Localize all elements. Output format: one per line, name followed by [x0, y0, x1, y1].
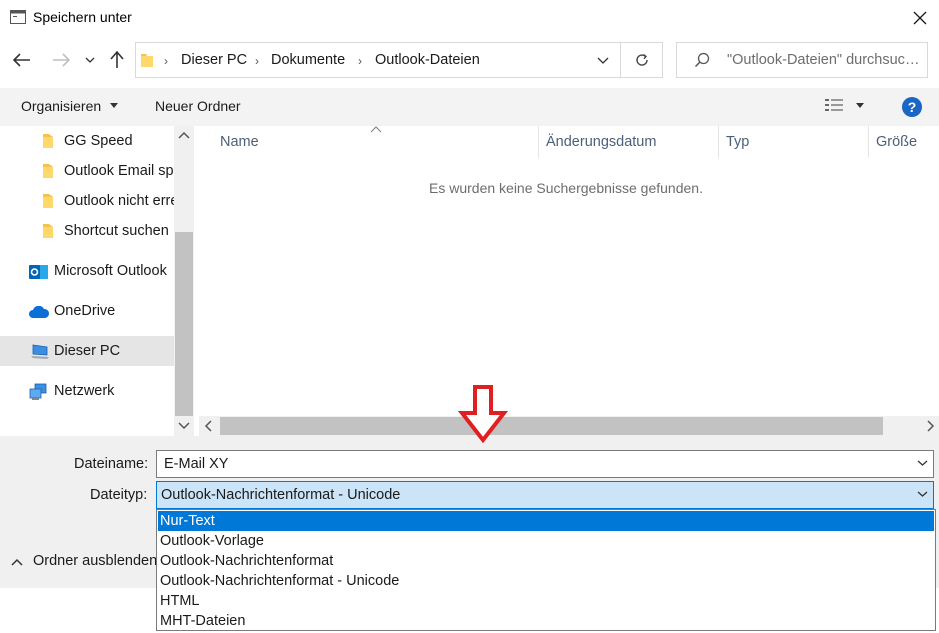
column-header-type[interactable]: Typ: [726, 134, 749, 150]
nav-item-outlook-email-speichern[interactable]: Outlook Email speichern: [0, 156, 174, 186]
nav-item-label: Shortcut suchen: [64, 223, 169, 239]
organize-button[interactable]: Organisieren: [21, 98, 101, 114]
scroll-down-icon[interactable]: [178, 422, 190, 430]
close-button[interactable]: [903, 3, 937, 33]
nav-item-dieser-pc[interactable]: Dieser PC: [0, 336, 174, 366]
horizontal-scroll-thumb[interactable]: [220, 417, 883, 435]
nav-item-label: OneDrive: [54, 303, 116, 319]
breadcrumb-separator-icon: ›: [164, 54, 168, 68]
navigation-pane: GG Speed Outlook Email speichern Outlook…: [0, 126, 174, 436]
search-input[interactable]: "Outlook-Dateien" durchsuchen: [727, 52, 923, 68]
filetype-option-outlook-nachrichtenformat[interactable]: Outlook-Nachrichtenformat: [158, 551, 934, 571]
view-options-button[interactable]: [824, 97, 844, 113]
nav-item-microsoft-outlook[interactable]: Microsoft Outlook: [0, 256, 174, 286]
breadcrumb-separator-icon: ›: [358, 54, 362, 68]
empty-results-message: Es wurden keine Suchergebnisse gefunden.: [429, 180, 703, 196]
chevron-down-icon: [597, 57, 609, 64]
chevron-down-icon[interactable]: [917, 491, 928, 497]
folder-icon: [140, 52, 154, 68]
arrow-left-icon: [13, 53, 30, 67]
outlook-icon: [29, 263, 49, 281]
filetype-label: Dateityp:: [90, 487, 148, 503]
nav-item-label: Outlook nicht erreichbar: [64, 193, 174, 209]
refresh-button[interactable]: [621, 42, 663, 78]
nav-item-label: Netzwerk: [54, 383, 115, 399]
column-divider[interactable]: [868, 126, 869, 158]
nav-item-label: Dieser PC: [54, 343, 121, 359]
refresh-icon: [635, 53, 648, 66]
sort-ascending-icon: [370, 126, 382, 133]
nav-item-label: Microsoft Outlook: [54, 263, 167, 279]
details-view-icon: [825, 99, 843, 111]
onedrive-icon: [28, 306, 50, 319]
address-history-button[interactable]: [586, 42, 620, 78]
column-header-modified[interactable]: Änderungsdatum: [546, 134, 656, 150]
computer-icon: [30, 343, 50, 359]
scroll-up-icon[interactable]: [178, 131, 190, 139]
nav-item-gg-speed[interactable]: GG Speed: [0, 126, 174, 156]
recent-locations-button[interactable]: [80, 47, 100, 73]
breadcrumb-dieser-pc[interactable]: Dieser PC: [181, 52, 247, 68]
chevron-down-icon[interactable]: [917, 460, 928, 466]
search-icon: [694, 52, 710, 68]
nav-item-label: GG Speed: [64, 133, 133, 149]
window-title: Speichern unter: [33, 9, 132, 25]
nav-item-netzwerk[interactable]: Netzwerk: [0, 376, 174, 406]
breadcrumb-separator-icon: ›: [255, 54, 259, 68]
close-icon: [913, 11, 927, 25]
nav-item-label: Outlook Email speichern: [64, 163, 174, 179]
folder-icon: [42, 133, 54, 149]
caret-down-icon[interactable]: [856, 103, 864, 108]
help-button[interactable]: ?: [902, 97, 922, 117]
nav-item-shortcut-suchen[interactable]: Shortcut suchen: [0, 216, 174, 246]
caret-down-icon: [110, 103, 118, 108]
annotation-arrow-down-icon: [458, 384, 508, 444]
breadcrumb-dokumente[interactable]: Dokumente: [271, 52, 345, 68]
nav-item-outlook-nicht-erreichbar[interactable]: Outlook nicht erreichbar: [0, 186, 174, 216]
arrow-up-icon: [110, 51, 124, 68]
scroll-right-icon[interactable]: [927, 420, 935, 432]
up-button[interactable]: [104, 47, 130, 73]
filetype-selected-value: Outlook-Nachrichtenformat - Unicode: [161, 487, 401, 503]
column-divider[interactable]: [718, 126, 719, 158]
filetype-option-html[interactable]: HTML: [158, 591, 934, 611]
folder-icon: [42, 223, 54, 239]
column-header-size[interactable]: Größe: [876, 134, 917, 150]
hide-folders-toggle[interactable]: [11, 553, 23, 566]
nav-item-onedrive[interactable]: OneDrive: [0, 296, 174, 326]
network-icon: [28, 383, 48, 401]
arrow-right-icon: [53, 53, 70, 67]
save-dialog-icon: [10, 10, 26, 24]
filename-field[interactable]: [156, 450, 934, 478]
folder-icon: [42, 163, 54, 179]
column-header-name[interactable]: Name: [220, 134, 259, 150]
breadcrumb-outlook-dateien[interactable]: Outlook-Dateien: [375, 52, 480, 68]
filetype-option-outlook-vorlage[interactable]: Outlook-Vorlage: [158, 531, 934, 551]
scroll-left-icon[interactable]: [204, 420, 212, 432]
filetype-dropdown-list: Nur-Text Outlook-Vorlage Outlook-Nachric…: [156, 509, 936, 631]
filetype-option-outlook-nachrichtenformat-unicode[interactable]: Outlook-Nachrichtenformat - Unicode: [158, 571, 934, 591]
hide-folders-label[interactable]: Ordner ausblenden: [33, 553, 157, 569]
chevron-up-icon: [11, 558, 23, 566]
new-folder-button[interactable]: Neuer Ordner: [155, 98, 241, 114]
folder-icon: [42, 193, 54, 209]
filetype-option-mht-dateien[interactable]: MHT-Dateien: [158, 611, 934, 631]
command-bar: [0, 88, 939, 126]
forward-button[interactable]: [48, 47, 74, 73]
navigation-scroll-thumb[interactable]: [175, 232, 193, 416]
back-button[interactable]: [9, 47, 35, 73]
filetype-option-nur-text[interactable]: Nur-Text: [158, 511, 934, 531]
title-bar: [0, 0, 939, 36]
filename-label: Dateiname:: [74, 456, 149, 472]
column-divider[interactable]: [538, 126, 539, 158]
chevron-down-icon: [85, 57, 95, 63]
